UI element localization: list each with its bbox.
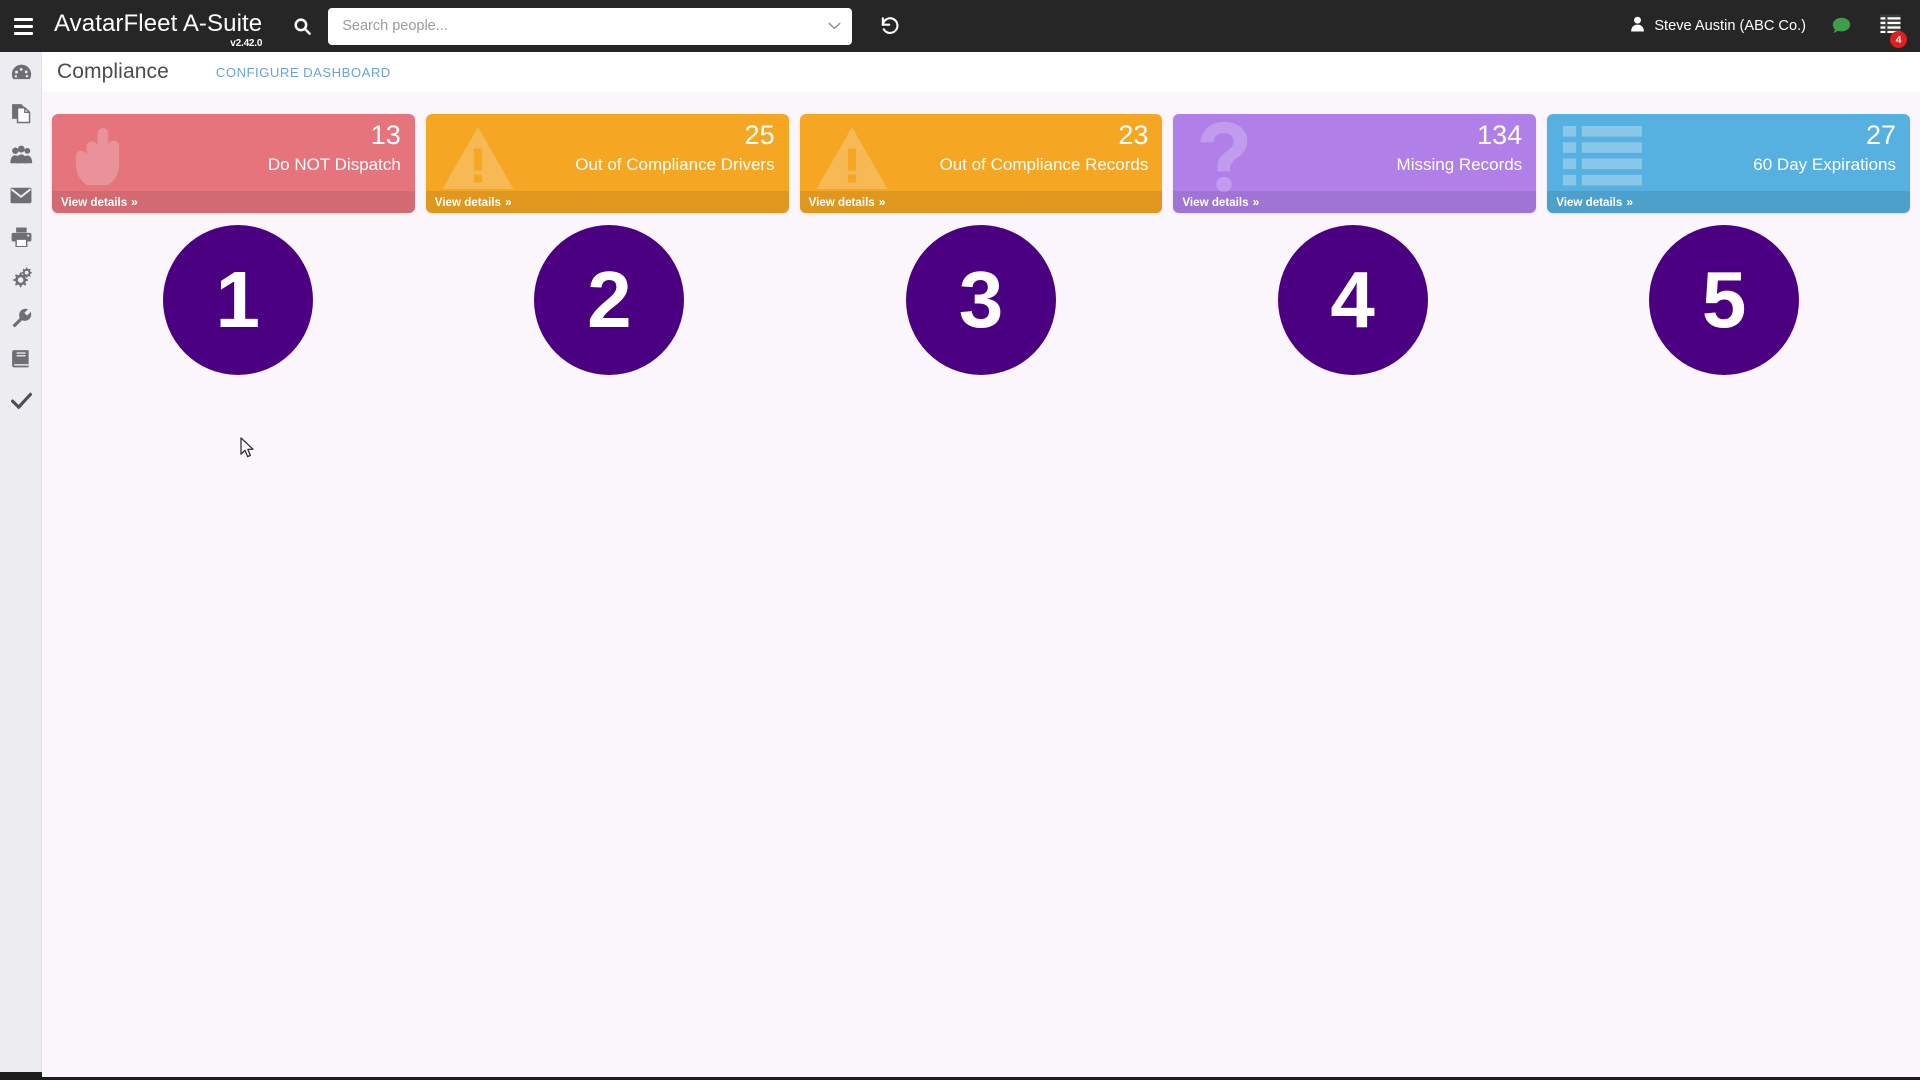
view-details-label: View details [434,195,501,209]
kpi-tile-missing-records[interactable]: 134 Missing Records View details » [1173,114,1537,213]
step-circle-3[interactable]: 3 [905,225,1056,375]
kpi-tile-view-details[interactable]: View details » [1173,191,1537,213]
left-icon-rail [0,52,42,1080]
kpi-tile-count: 13 [370,120,401,150]
kpi-tile-label: Do NOT Dispatch [267,155,401,174]
kpi-tile-view-details[interactable]: View details » [1547,191,1910,213]
copy-documents-icon [11,103,31,124]
app-version: v2.42.0 [230,38,263,49]
search-icon[interactable] [280,0,324,52]
step-circle-5[interactable]: 5 [1649,225,1800,375]
hand-stop-icon [66,122,138,199]
warning-triangle-icon [440,122,516,199]
sidebar-item-tools[interactable] [0,298,42,339]
people-group-icon [9,145,33,164]
kpi-tile-count: 23 [1118,120,1149,150]
step-circle-cell: 4 [1167,225,1539,375]
sidebar-item-people[interactable] [0,134,42,175]
page-header-bar: Compliance CONFIGURE DASHBOARD [42,52,1920,92]
notification-count-badge: 4 [1890,31,1907,48]
search-input[interactable] [328,7,853,45]
kpi-tile-60-day-expirations[interactable]: 27 60 Day Expirations View details » [1547,114,1910,213]
view-details-label: View details [1556,195,1623,209]
double-chevron-right-icon: » [131,195,138,209]
kpi-tile-count: 25 [744,120,775,150]
chat-bubble-icon[interactable] [1816,0,1866,52]
kpi-tile-out-of-compliance-drivers[interactable]: 25 Out of Compliance Drivers View detail… [425,114,789,213]
gears-icon [10,267,32,288]
step-circle-cell: 5 [1538,225,1910,375]
configure-dashboard-link[interactable]: CONFIGURE DASHBOARD [216,65,391,80]
double-chevron-right-icon: » [878,195,886,209]
dashboard-content: 13 Do NOT Dispatch View details » 25 Out… [42,92,1920,1080]
sidebar-item-print[interactable] [0,216,42,257]
sidebar-item-documents[interactable] [0,93,42,134]
step-circle-4[interactable]: 4 [1277,225,1428,375]
user-name: Steve Austin (ABC Co.) [1654,18,1806,34]
kpi-tile-count: 134 [1477,120,1523,150]
kpi-tile-label: Out of Compliance Drivers [575,155,775,174]
sidebar-item-mail[interactable] [0,175,42,216]
view-details-label: View details [61,195,128,209]
wrench-icon [11,308,32,329]
top-navigation-bar: AvatarFleet A-Suite v2.42.0 Search peopl… [0,0,1920,52]
double-chevron-right-icon: » [504,195,512,209]
search-field-wrapper [328,7,853,45]
printer-icon [11,227,32,247]
step-circle-2[interactable]: 2 [534,225,685,375]
view-details-label: View details [808,195,875,209]
list-rows-icon [1563,126,1643,191]
gauge-icon [11,62,32,83]
window-bottom-left-edge [0,1072,42,1080]
book-icon [11,349,31,370]
kpi-tile-do-not-dispatch[interactable]: 13 Do NOT Dispatch View details » [52,114,415,213]
envelope-icon [10,187,32,204]
sidebar-item-dashboard[interactable] [0,52,42,93]
sidebar-item-settings[interactable] [0,257,42,298]
question-mark-icon [1193,118,1255,199]
kpi-tile-label: Out of Compliance Records [939,155,1149,174]
step-circle-cell: 1 [52,225,424,375]
step-circle-row: 1 2 3 4 5 [52,225,1910,375]
check-icon [10,391,32,410]
app-title: AvatarFleet A-Suite [54,10,263,37]
user-icon [1630,16,1645,36]
kpi-tile-view-details[interactable]: View details » [52,191,415,213]
sidebar-item-library[interactable] [0,339,42,380]
kpi-tile-count: 27 [1865,120,1896,150]
kpi-tile-view-details[interactable]: View details » [425,191,789,213]
kpi-tile-row: 13 Do NOT Dispatch View details » 25 Out… [52,114,1910,213]
kpi-tile-label: 60 Day Expirations [1753,155,1896,174]
refresh-icon[interactable] [866,0,914,52]
kpi-tile-label: Missing Records [1396,155,1523,174]
warning-triangle-icon [814,122,890,199]
kpi-tile-view-details[interactable]: View details » [799,191,1163,213]
sidebar-item-compliance[interactable] [0,380,42,421]
hamburger-menu-icon[interactable] [0,0,46,52]
user-menu[interactable]: Steve Austin (ABC Co.) [1620,16,1816,36]
app-brand: AvatarFleet A-Suite v2.42.0 [46,10,266,49]
step-circle-cell: 2 [424,225,796,375]
step-circle-1[interactable]: 1 [162,225,313,375]
top-bar-right-cluster: Steve Austin (ABC Co.) 4 [1620,0,1920,52]
notifications-button[interactable]: 4 [1866,0,1920,52]
view-details-label: View details [1182,195,1249,209]
page-title: Compliance [57,60,169,83]
double-chevron-right-icon: » [1252,195,1260,209]
double-chevron-right-icon: » [1626,195,1634,209]
kpi-tile-out-of-compliance-records[interactable]: 23 Out of Compliance Records View detail… [799,114,1163,213]
step-circle-cell: 3 [795,225,1167,375]
